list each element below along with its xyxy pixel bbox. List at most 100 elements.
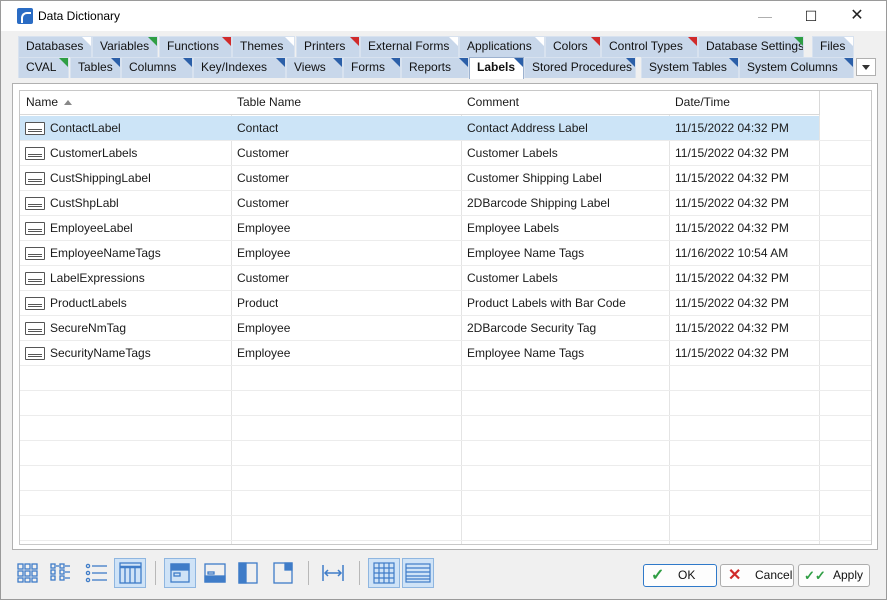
tab-label: Database Settings	[706, 39, 804, 53]
tab-label: Colors	[553, 39, 588, 53]
tab-label: Databases	[26, 39, 84, 53]
column-header-name[interactable]: Name	[20, 91, 232, 115]
tab-cval[interactable]: CVAL	[18, 57, 69, 78]
cancel-button[interactable]: ✕ Cancel	[720, 564, 794, 587]
tab-system-tables[interactable]: System Tables	[641, 57, 739, 78]
tab-functions[interactable]: Functions	[159, 36, 232, 57]
list-view-icon	[85, 563, 107, 583]
cell-name: SecureNmTag	[50, 321, 127, 335]
table-row[interactable]: EmployeeLabel Employee Employee Labels 11/1…	[20, 216, 871, 241]
cell-datetime: 11/15/2022 04:32 PM	[675, 271, 789, 285]
table-row[interactable]: LabelExpressions Customer Customer Labels 1…	[20, 266, 871, 291]
tab-key-indexes[interactable]: Key/Indexes	[193, 57, 286, 78]
cell-name: CustomerLabels	[50, 146, 138, 160]
fit-columns-button[interactable]	[317, 558, 349, 588]
details-view-button[interactable]	[114, 558, 146, 588]
cell-datetime: 11/15/2022 04:32 PM	[675, 121, 789, 135]
tab-flag-icon	[333, 58, 342, 67]
cell-comment: Customer Labels	[467, 271, 558, 285]
table-row[interactable]: SecureNmTag Employee 2DBarcode Security Ta…	[20, 316, 871, 341]
tab-external-forms[interactable]: External Forms	[360, 36, 459, 57]
tab-applications[interactable]: Applications	[459, 36, 545, 57]
cell-table: Employee	[237, 346, 291, 360]
table-row[interactable]: CustomerLabels Customer Customer Labels 11/…	[20, 141, 871, 166]
table-row[interactable]: CustShippingLabel Customer Customer Shippi…	[20, 166, 871, 191]
list-view-button[interactable]	[80, 558, 112, 588]
cell-table: Customer	[237, 146, 290, 160]
tab-printers[interactable]: Printers	[296, 36, 360, 57]
layout-bottom-button[interactable]	[199, 558, 231, 588]
maximize-button[interactable]: ☐	[788, 1, 834, 31]
cell-comment: 2DBarcode Security Tag	[467, 321, 597, 335]
tab-control-types[interactable]: Control Types	[601, 36, 698, 57]
close-button[interactable]: ✕	[834, 1, 880, 31]
tab-columns[interactable]: Columns	[121, 57, 193, 78]
ok-button[interactable]: ✓ OK	[643, 564, 717, 587]
tab-files[interactable]: Files	[812, 36, 854, 57]
empty-row	[20, 516, 871, 541]
cell-name: EmployeeNameTags	[50, 246, 161, 260]
layout-right-button[interactable]	[267, 558, 299, 588]
table-row[interactable]: SecurityNameTags Employee Employee Name Ta…	[20, 341, 871, 366]
tab-variables[interactable]: Variables	[92, 36, 158, 57]
table-row[interactable]: CustShpLabl Customer 2DBarcode Shipping La…	[20, 191, 871, 216]
cell-table: Employee	[237, 246, 291, 260]
tab-colors[interactable]: Colors	[545, 36, 601, 57]
tab-themes[interactable]: Themes	[232, 36, 295, 57]
cell-comment: Customer Labels	[467, 146, 558, 160]
cell-name: ContactLabel	[50, 121, 121, 135]
tab-label: Applications	[467, 39, 532, 53]
tab-reports[interactable]: Reports	[401, 57, 469, 78]
large-icons-view-button[interactable]	[12, 558, 44, 588]
tab-flag-icon	[591, 37, 600, 46]
table-row[interactable]: ContactLabel Contact Contact Address Label…	[20, 116, 871, 141]
tab-flag-icon	[844, 58, 853, 67]
column-header-datetime[interactable]: Date/Time	[669, 91, 820, 115]
labels-grid[interactable]: Name Table Name Comment Date/Time Contac…	[19, 90, 872, 545]
label-file-icon	[25, 122, 45, 135]
cell-datetime: 11/15/2022 04:32 PM	[675, 321, 789, 335]
tab-label: Control Types	[609, 39, 683, 53]
tab-label: Stored Procedures	[532, 60, 633, 74]
empty-row	[20, 491, 871, 516]
empty-row	[20, 366, 871, 391]
tab-databases[interactable]: Databases	[18, 36, 92, 57]
cell-datetime: 11/15/2022 04:32 PM	[675, 296, 789, 310]
tab-label: Key/Indexes	[201, 60, 268, 74]
tab-dropdown-button[interactable]	[856, 58, 876, 76]
tab-label: Themes	[240, 39, 284, 53]
apply-button[interactable]: ✓✓ Apply	[798, 564, 870, 587]
tab-views[interactable]: Views	[286, 57, 343, 78]
tab-flag-icon	[222, 37, 231, 46]
tab-system-columns[interactable]: System Columns	[739, 57, 854, 78]
label-file-icon	[25, 147, 45, 160]
small-icons-view-button[interactable]	[46, 558, 78, 588]
column-header-name-label: Name	[26, 95, 59, 109]
tab-flag-icon	[350, 37, 359, 46]
cell-name: LabelExpressions	[50, 271, 145, 285]
column-header-table-name[interactable]: Table Name	[231, 91, 462, 115]
cell-table: Customer	[237, 171, 290, 185]
table-row[interactable]: ProductLabels Product Product Labels with …	[20, 291, 871, 316]
apply-button-label: Apply	[833, 568, 864, 582]
layout-top-button[interactable]	[164, 558, 196, 588]
tab-flag-icon	[459, 58, 468, 67]
layout-left-button[interactable]	[233, 558, 265, 588]
cell-datetime: 11/15/2022 04:32 PM	[675, 346, 789, 360]
tab-forms[interactable]: Forms	[343, 57, 401, 78]
minimize-button[interactable]: —	[742, 1, 788, 31]
tab-labels[interactable]: Labels	[469, 57, 524, 79]
empty-row	[20, 441, 871, 466]
row-lines-button[interactable]	[402, 558, 434, 588]
tab-database-settings[interactable]: Database Settings	[698, 36, 804, 57]
column-header-comment[interactable]: Comment	[461, 91, 670, 115]
table-row[interactable]: EmployeeNameTags Employee Employee Name Ta…	[20, 241, 871, 266]
label-file-icon	[25, 322, 45, 335]
tab-stored-procedures[interactable]: Stored Procedures	[524, 57, 636, 78]
tab-tables[interactable]: Tables	[70, 57, 121, 78]
label-file-icon	[25, 197, 45, 210]
tab-flag-icon	[844, 37, 853, 46]
gridlines-button[interactable]	[368, 558, 400, 588]
tab-flag-icon	[535, 37, 544, 46]
tab-flag-icon	[391, 58, 400, 67]
